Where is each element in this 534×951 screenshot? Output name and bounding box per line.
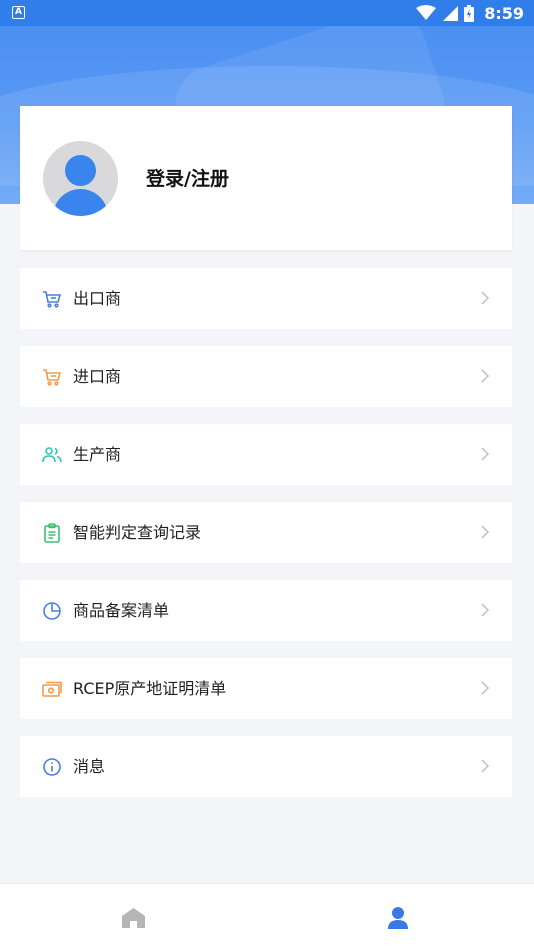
chevron-right-icon (481, 681, 490, 695)
cart-icon (43, 291, 62, 308)
users-icon (42, 447, 62, 463)
signal-icon (443, 6, 459, 21)
tab-mine[interactable] (267, 884, 534, 951)
chevron-right-icon (481, 291, 490, 305)
status-bar: A 8:59 (0, 0, 534, 26)
status-icons: 8:59 (416, 3, 524, 23)
menu-item-messages[interactable]: 消息 (20, 736, 512, 797)
money-icon (42, 681, 62, 697)
tab-home[interactable] (0, 884, 267, 951)
menu-item-importer[interactable]: 进口商 (20, 346, 512, 407)
profile-card[interactable]: 登录/注册 (20, 106, 512, 250)
menu-item-rcep-origin-certificates[interactable]: RCEP原产地证明清单 (20, 658, 512, 719)
chevron-right-icon (481, 759, 490, 773)
user-icon (388, 907, 408, 929)
menu-item-exporter[interactable]: 出口商 (20, 268, 512, 329)
chevron-right-icon (481, 525, 490, 539)
menu-item-label: 消息 (73, 757, 106, 776)
status-time: 8:59 (484, 3, 524, 23)
clipboard-icon (44, 523, 60, 543)
cart-icon (43, 369, 62, 386)
pie-chart-icon (43, 602, 61, 620)
user-avatar-icon[interactable] (43, 141, 118, 216)
app-notification-icon: A (12, 6, 25, 19)
menu-item-label: 出口商 (73, 289, 122, 308)
chevron-right-icon (481, 369, 490, 383)
menu-item-label: 商品备案清单 (73, 601, 170, 620)
menu-item-label: RCEP原产地证明清单 (73, 679, 227, 698)
chevron-right-icon (481, 603, 490, 617)
menu-item-smart-query-records[interactable]: 智能判定查询记录 (20, 502, 512, 563)
login-register-link[interactable]: 登录/注册 (146, 164, 229, 191)
bottom-tab-bar (0, 883, 534, 951)
menu-item-label: 生产商 (73, 445, 122, 464)
home-icon (122, 908, 145, 928)
battery-icon (464, 4, 475, 22)
menu-item-label: 智能判定查询记录 (73, 523, 202, 542)
menu-item-manufacturer[interactable]: 生产商 (20, 424, 512, 485)
chevron-right-icon (481, 447, 490, 461)
wifi-icon (416, 5, 437, 20)
menu-item-product-filing-list[interactable]: 商品备案清单 (20, 580, 512, 641)
menu-item-label: 进口商 (73, 367, 122, 386)
info-icon (43, 758, 61, 776)
